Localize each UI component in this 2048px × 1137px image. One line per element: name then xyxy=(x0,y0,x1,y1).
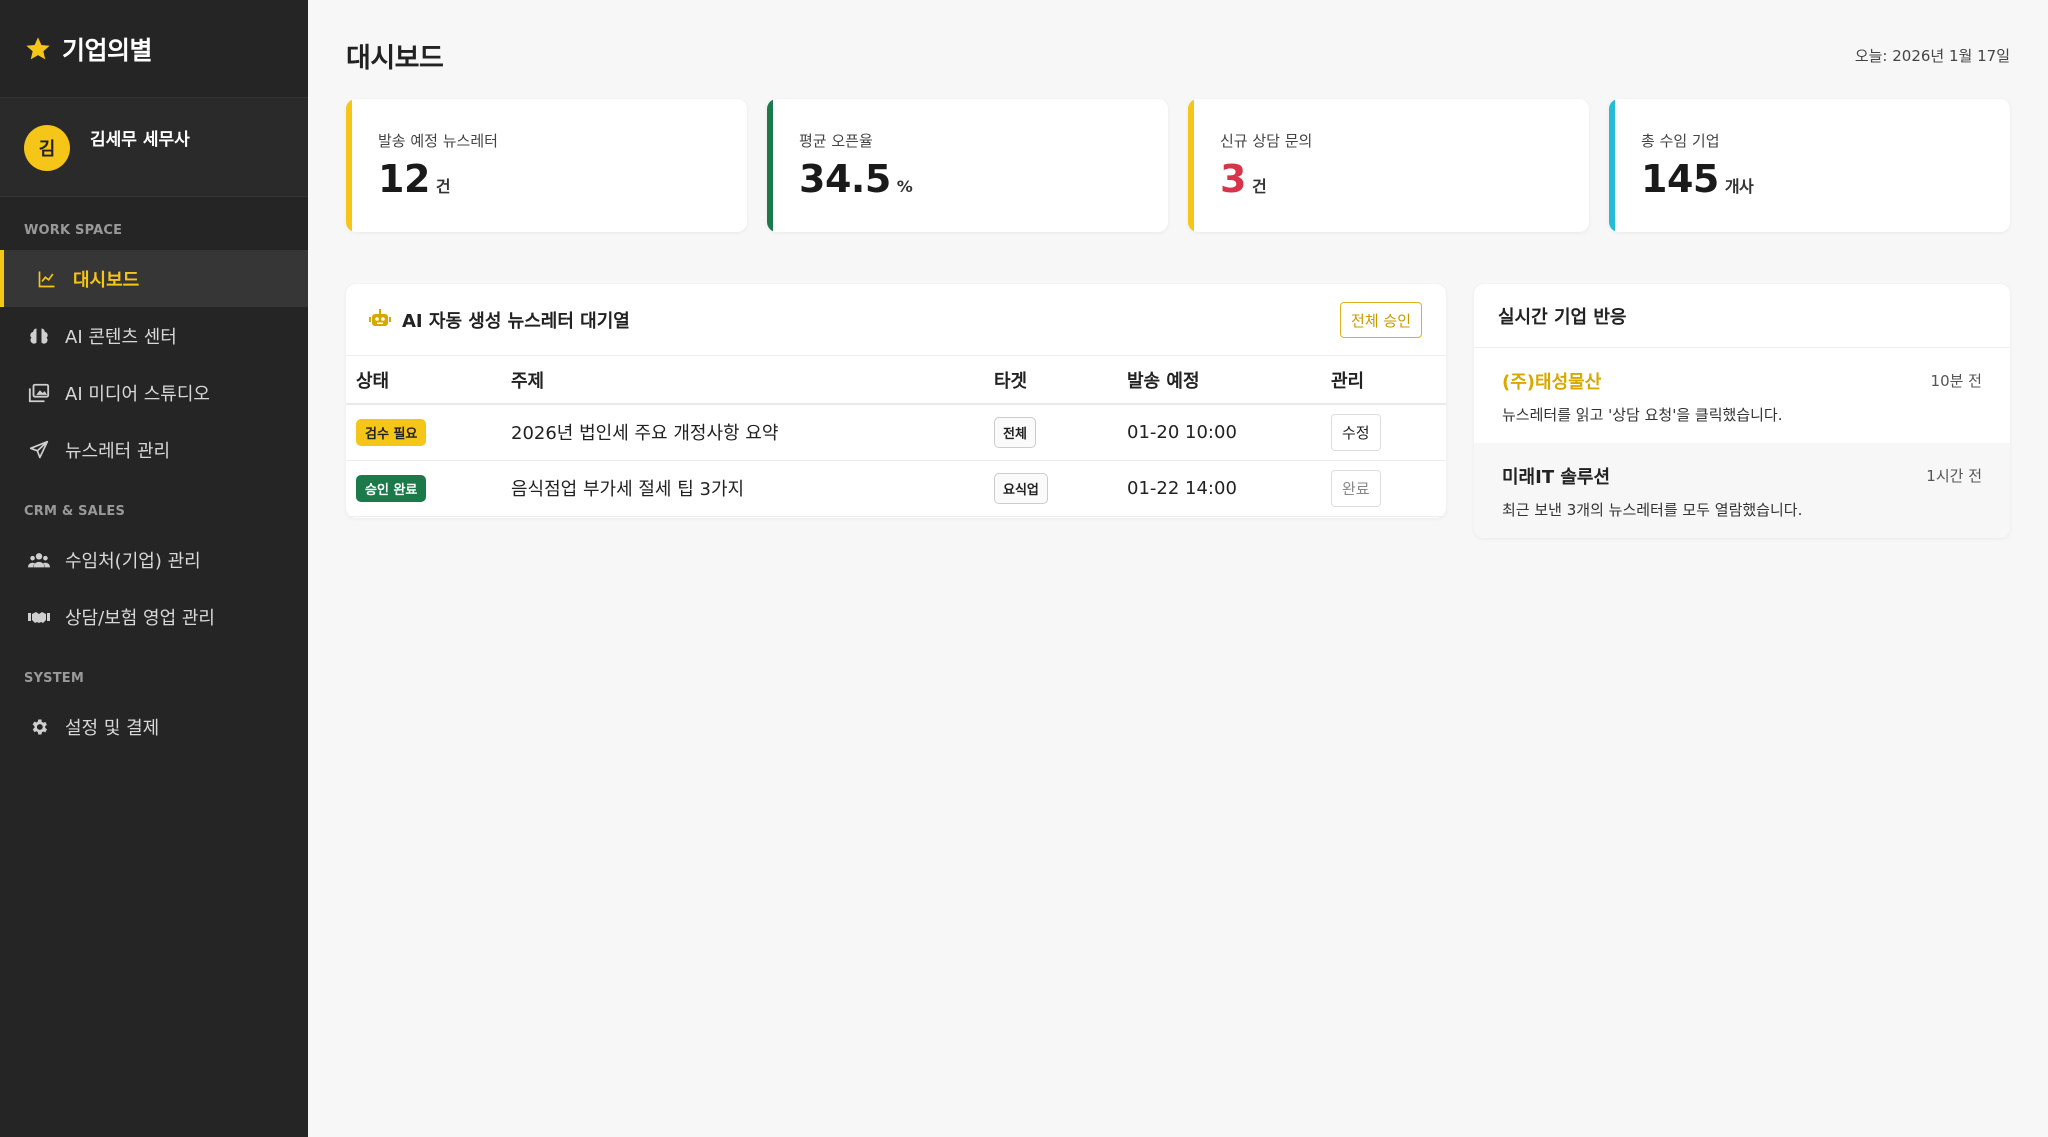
stat-label: 평균 오픈율 xyxy=(799,132,873,150)
photo-gallery-icon xyxy=(26,380,52,406)
star-icon xyxy=(24,35,52,63)
sidebar-item-newsletter[interactable]: 뉴스레터 관리 xyxy=(0,421,308,478)
sidebar-item-label: 뉴스레터 관리 xyxy=(65,440,171,462)
section-title-workspace: WORK SPACE xyxy=(24,223,123,238)
row-scheduled: 01-22 14:00 xyxy=(1117,460,1321,517)
table-row[interactable]: 승인 완료 음식점업 부가세 절세 팁 3가지 요식업 01-22 14:00 … xyxy=(346,460,1446,517)
table-header-row: 상태 주제 타겟 발송 예정 관리 xyxy=(346,356,1446,405)
stat-value: 145 개사 xyxy=(1641,157,1754,201)
brand[interactable]: 기업의별 xyxy=(0,0,308,98)
queue-table: 상태 주제 타겟 발송 예정 관리 검수 필요 2026년 법인세 주요 개정사… xyxy=(346,356,1446,517)
column-header-subject: 주제 xyxy=(501,356,984,405)
brand-name: 기업의별 xyxy=(62,35,153,65)
realtime-reactions-panel: 실시간 기업 반응 (주)태성물산 10분 전 뉴스레터를 읽고 '상담 요청'… xyxy=(1474,284,2010,538)
section-title-crm: CRM & SALES xyxy=(24,504,126,519)
company-name: (주)태성물산 xyxy=(1502,372,1602,393)
robot-icon xyxy=(368,306,392,334)
sidebar-item-label: 설정 및 결제 xyxy=(65,717,160,739)
stat-value: 34.5% xyxy=(799,157,913,201)
brain-icon xyxy=(26,323,52,349)
sidebar-item-label: AI 미디어 스튜디오 xyxy=(65,383,210,405)
sidebar: 기업의별 김 김세무 세무사 WORK SPACE 대시보드 AI 콘텐츠 센터… xyxy=(0,0,308,1137)
sidebar-item-ai-media[interactable]: AI 미디어 스튜디오 xyxy=(0,364,308,421)
stat-card-open-rate: 평균 오픈율 34.5% xyxy=(767,99,1168,232)
page-title: 대시보드 xyxy=(346,43,444,74)
sidebar-item-clients[interactable]: 수임처(기업) 관리 xyxy=(0,531,308,588)
stat-label: 신규 상담 문의 xyxy=(1220,132,1313,150)
row-subject[interactable]: 음식점업 부가세 절세 팁 3가지 xyxy=(501,460,984,517)
list-item[interactable]: (주)태성물산 10분 전 뉴스레터를 읽고 '상담 요청'을 클릭했습니다. xyxy=(1474,348,2010,443)
sidebar-item-ai-content[interactable]: AI 콘텐츠 센터 xyxy=(0,307,308,364)
users-icon xyxy=(26,547,52,573)
section-title-system: SYSTEM xyxy=(24,671,85,686)
stat-card-clients: 총 수임 기업 145 개사 xyxy=(1609,99,2010,232)
row-subject[interactable]: 2026년 법인세 주요 개정사항 요약 xyxy=(501,404,984,461)
gear-icon xyxy=(26,714,52,740)
list-item[interactable]: 미래IT 솔루션 1시간 전 최근 보낸 3개의 뉴스레터를 모두 열람했습니다… xyxy=(1474,443,2010,538)
column-header-scheduled: 발송 예정 xyxy=(1117,356,1321,405)
stat-label: 총 수임 기업 xyxy=(1641,132,1720,150)
sidebar-item-label: 수임처(기업) 관리 xyxy=(65,550,201,572)
stat-label: 발송 예정 뉴스레터 xyxy=(378,132,498,150)
column-header-target: 타겟 xyxy=(984,356,1117,405)
sidebar-item-label: AI 콘텐츠 센터 xyxy=(65,326,177,348)
target-tag: 요식업 xyxy=(994,472,1048,504)
avatar: 김 xyxy=(24,125,70,171)
sidebar-item-sales[interactable]: 상담/보험 영업 관리 xyxy=(0,588,308,645)
user-name: 김세무 세무사 xyxy=(90,130,190,150)
done-button[interactable]: 완료 xyxy=(1331,469,1381,507)
stats-row: 발송 예정 뉴스레터 12 건 평균 오픈율 34.5% 신규 상담 문의 3건 … xyxy=(346,99,2010,232)
timestamp: 10분 전 xyxy=(1930,372,1982,390)
stat-card-inquiries: 신규 상담 문의 3건 xyxy=(1188,99,1589,232)
approve-all-button[interactable]: 전체 승인 xyxy=(1340,302,1422,338)
queue-header: AI 자동 생성 뉴스레터 대기열 전체 승인 xyxy=(346,284,1446,356)
chart-line-icon xyxy=(34,266,60,292)
edit-button[interactable]: 수정 xyxy=(1331,413,1381,451)
stat-card-scheduled: 발송 예정 뉴스레터 12 건 xyxy=(346,99,747,232)
stat-value: 3건 xyxy=(1220,157,1267,201)
table-row[interactable]: 검수 필요 2026년 법인세 주요 개정사항 요약 전체 01-20 10:0… xyxy=(346,404,1446,461)
sidebar-item-settings[interactable]: 설정 및 결제 xyxy=(0,698,308,755)
row-scheduled: 01-20 10:00 xyxy=(1117,404,1321,461)
timestamp: 1시간 전 xyxy=(1926,467,1982,485)
sidebar-item-label: 대시보드 xyxy=(73,269,140,291)
reaction-message: 뉴스레터를 읽고 '상담 요청'을 클릭했습니다. xyxy=(1502,406,1783,424)
queue-title: AI 자동 생성 뉴스레터 대기열 xyxy=(402,310,630,332)
sidebar-item-dashboard[interactable]: 대시보드 xyxy=(0,250,308,307)
company-name: 미래IT 솔루션 xyxy=(1502,467,1611,488)
handshake-icon xyxy=(26,604,52,630)
paper-plane-icon xyxy=(26,437,52,463)
status-badge: 검수 필요 xyxy=(356,418,427,446)
stat-value: 12 건 xyxy=(378,157,451,201)
today-date: 오늘: 2026년 1월 17일 xyxy=(1854,47,2010,65)
user-profile[interactable]: 김 김세무 세무사 xyxy=(0,98,308,197)
column-header-status: 상태 xyxy=(346,356,501,405)
sidebar-item-label: 상담/보험 영업 관리 xyxy=(65,607,215,629)
target-tag: 전체 xyxy=(994,416,1036,448)
column-header-action: 관리 xyxy=(1321,356,1446,405)
status-badge: 승인 완료 xyxy=(356,474,427,502)
newsletter-queue-panel: AI 자동 생성 뉴스레터 대기열 전체 승인 상태 주제 타겟 발송 예정 관… xyxy=(346,284,1446,518)
realtime-title: 실시간 기업 반응 xyxy=(1474,284,2010,348)
reaction-message: 최근 보낸 3개의 뉴스레터를 모두 열람했습니다. xyxy=(1502,501,1803,519)
